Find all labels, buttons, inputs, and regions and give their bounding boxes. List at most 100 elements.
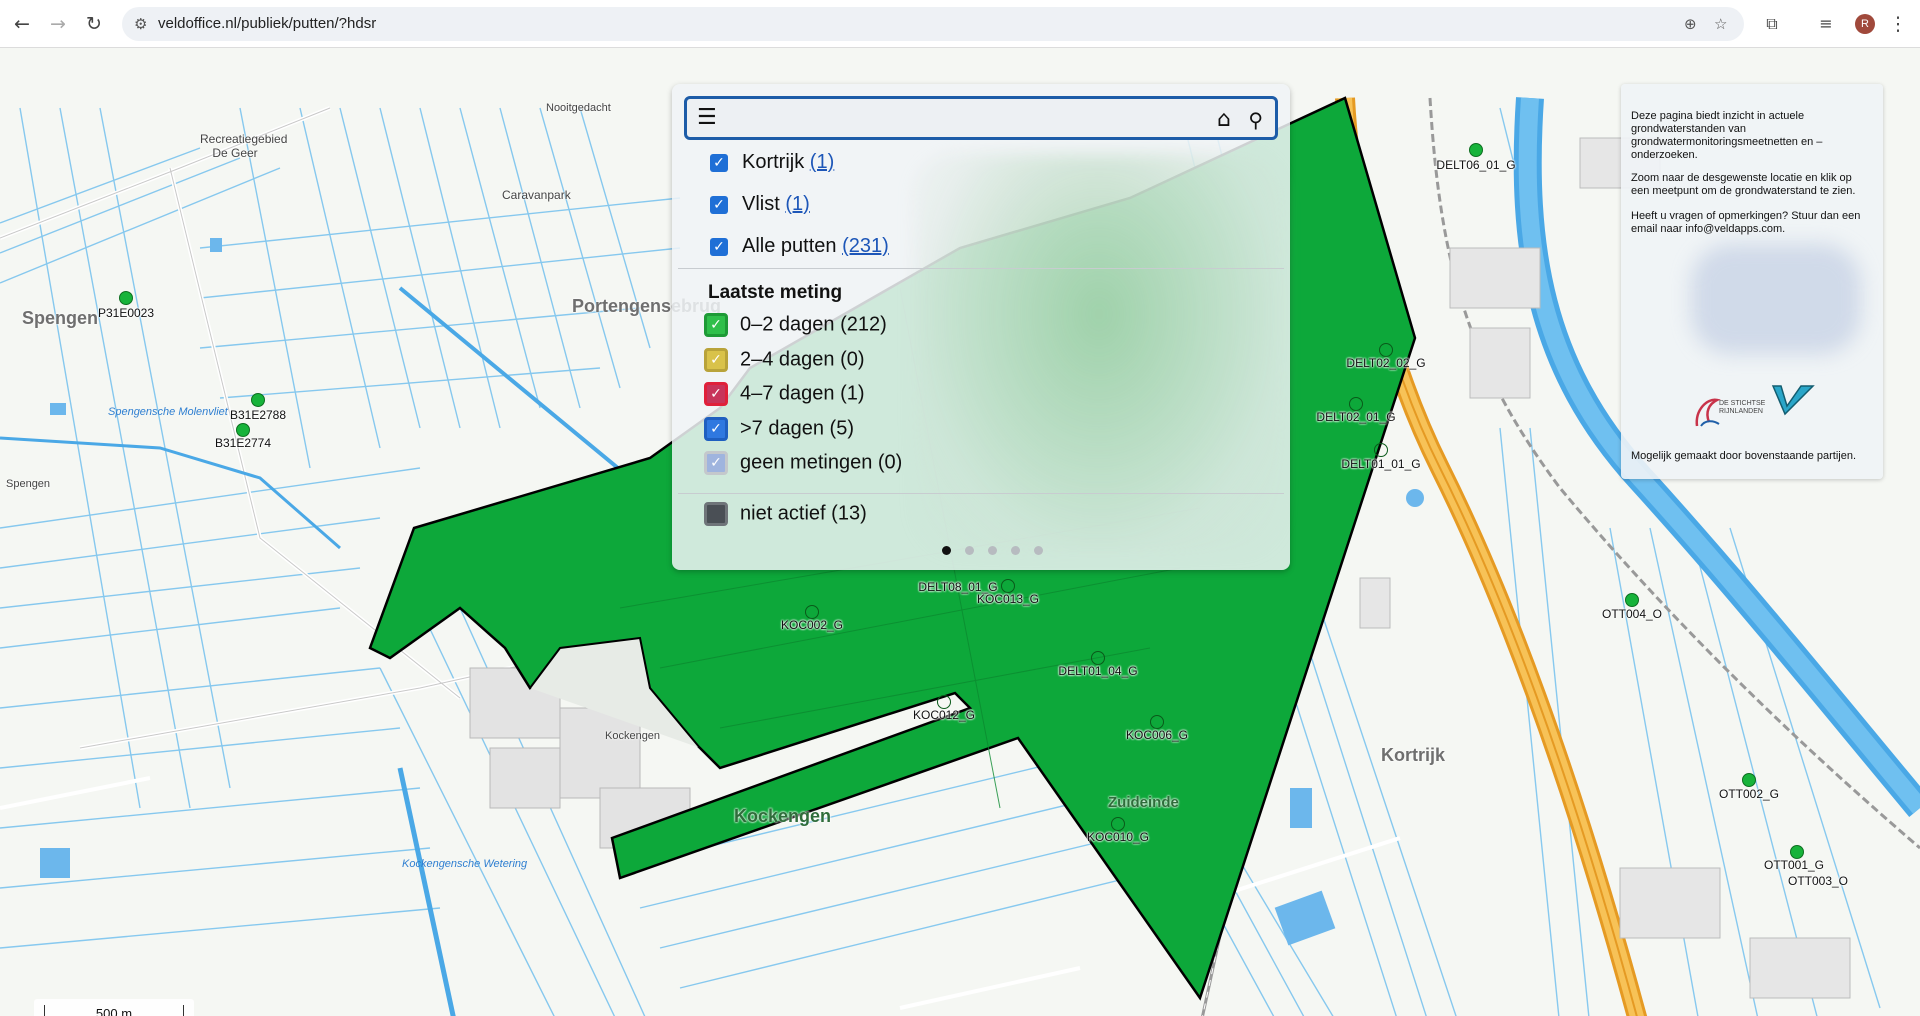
pager-dot[interactable] xyxy=(942,546,951,555)
well-label[interactable]: KOC002_G xyxy=(781,618,843,632)
search-icon[interactable]: ⚲ xyxy=(1248,108,1263,132)
legend-label: geen metingen (0) xyxy=(740,451,903,474)
info-backdrop xyxy=(1691,244,1861,354)
pager-dots xyxy=(942,542,1057,560)
address-bar[interactable]: ⚙ veldoffice.nl/publiek/putten/?hdsr ⊕ ☆ xyxy=(122,7,1744,41)
place-name: Kockengen xyxy=(734,806,832,826)
logo-text: DE STICHTSE RIJNLANDEN xyxy=(1719,400,1766,415)
legend-label: 4–7 dagen (1) xyxy=(740,382,865,405)
panel-backdrop xyxy=(914,154,1284,554)
well-label[interactable]: OTT004_O xyxy=(1602,607,1662,621)
profile-icon[interactable]: R xyxy=(1855,14,1875,34)
well-marker[interactable] xyxy=(937,695,951,709)
extensions-icon[interactable]: ⧉ xyxy=(1758,10,1786,38)
legend-item[interactable]: niet actief (13) xyxy=(704,502,867,532)
well-marker[interactable] xyxy=(1469,143,1483,157)
well-label[interactable]: KOC006_G xyxy=(1126,728,1188,742)
legend-swatch-checkbox[interactable]: ✓ xyxy=(704,382,728,406)
layer-item-alle-putten[interactable]: ✓ Alle putten (231) xyxy=(710,235,889,265)
well-label[interactable]: OTT002_G xyxy=(1719,787,1779,801)
star-icon[interactable]: ☆ xyxy=(1714,15,1727,33)
pager-dot[interactable] xyxy=(1034,546,1043,555)
layer-checkbox[interactable]: ✓ xyxy=(710,237,728,256)
place-name: Caravanpark xyxy=(502,188,571,202)
scale-bar: 500 m xyxy=(34,999,194,1016)
url-text[interactable]: veldoffice.nl/publiek/putten/?hdsr xyxy=(158,15,376,32)
scale-label: 500 m xyxy=(95,1006,133,1016)
layer-item-kortrijk[interactable]: ✓ Kortrijk (1) xyxy=(710,151,834,181)
pager-dot[interactable] xyxy=(1011,546,1020,555)
legend-swatch-checkbox[interactable]: ✓ xyxy=(704,451,728,475)
layer-label: Kortrijk xyxy=(742,151,805,173)
menu-icon[interactable]: ⋮ xyxy=(1884,10,1912,38)
hamburger-menu-icon[interactable]: ☰ xyxy=(697,107,719,129)
layer-label: Alle putten xyxy=(742,235,837,257)
pager-dot[interactable] xyxy=(965,546,974,555)
forward-icon[interactable]: → xyxy=(44,10,72,38)
well-marker[interactable] xyxy=(236,423,250,437)
well-label[interactable]: OTT001_G xyxy=(1764,858,1824,872)
well-label[interactable]: OTT003_O xyxy=(1788,874,1848,888)
well-label[interactable]: DELT06_01_G xyxy=(1436,158,1515,172)
legend-swatch-checkbox[interactable]: ✓ xyxy=(704,313,728,337)
well-marker[interactable] xyxy=(1790,845,1804,859)
well-marker[interactable] xyxy=(1625,593,1639,607)
layer-item-vlist[interactable]: ✓ Vlist (1) xyxy=(710,193,810,223)
legend-swatch-checkbox[interactable]: ✓ xyxy=(704,417,728,441)
divider xyxy=(678,268,1284,269)
well-label[interactable]: DELT01_01_G xyxy=(1341,457,1420,471)
well-marker[interactable] xyxy=(1150,715,1164,729)
well-label[interactable]: DELT02_02_G xyxy=(1346,356,1425,370)
well-label[interactable]: P31E0023 xyxy=(98,306,154,320)
well-label[interactable]: KOC013_G xyxy=(977,592,1039,606)
legend-item[interactable]: ✓ geen metingen (0) xyxy=(704,451,902,481)
legend-swatch-checkbox[interactable]: ✓ xyxy=(704,348,728,372)
legend-item[interactable]: ✓ >7 dagen (5) xyxy=(704,417,854,447)
site-info-icon[interactable]: ⚙ xyxy=(134,15,147,33)
pager-dot[interactable] xyxy=(988,546,997,555)
media-icon[interactable]: ≡ xyxy=(1812,10,1840,38)
layer-checkbox[interactable]: ✓ xyxy=(710,195,728,214)
place-name: Spengen xyxy=(6,478,51,490)
place-name: Zuideinde xyxy=(1108,794,1179,811)
info-text: Zoom naar de desgewenste locatie en klik… xyxy=(1631,172,1856,197)
well-marker[interactable] xyxy=(805,605,819,619)
place-name: Kockengen xyxy=(605,730,661,742)
well-label[interactable]: DELT02_01_G xyxy=(1316,410,1395,424)
info-text: Heeft u vragen of opmerkingen? Stuur dan… xyxy=(1631,210,1861,235)
layer-checkbox[interactable]: ✓ xyxy=(710,153,728,172)
well-marker[interactable] xyxy=(1091,651,1105,665)
reload-icon[interactable]: ↻ xyxy=(80,10,108,38)
layer-count-link[interactable]: (231) xyxy=(842,235,889,257)
legend-item[interactable]: ✓ 4–7 dagen (1) xyxy=(704,382,865,412)
zoom-icon[interactable]: ⊕ xyxy=(1684,15,1697,33)
legend-swatch-checkbox[interactable] xyxy=(704,502,728,526)
well-marker[interactable] xyxy=(1379,343,1393,357)
home-icon[interactable]: ⌂ xyxy=(1217,107,1231,132)
legend-item[interactable]: ✓ 0–2 dagen (212) xyxy=(704,313,887,343)
well-label[interactable]: KOC010_G xyxy=(1087,830,1149,844)
well-marker[interactable] xyxy=(251,393,265,407)
legend-label: 2–4 dagen (0) xyxy=(740,348,865,371)
info-text: Mogelijk gemaakt door bovenstaande parti… xyxy=(1631,450,1857,462)
search-bar[interactable]: ☰ ⌂ ⚲ xyxy=(684,96,1278,140)
well-marker[interactable] xyxy=(1374,443,1388,457)
layer-count-link[interactable]: (1) xyxy=(810,151,834,173)
well-label[interactable]: DELT01_04_G xyxy=(1058,664,1137,678)
legend-item[interactable]: ✓ 2–4 dagen (0) xyxy=(704,348,865,378)
well-label[interactable]: B31E2774 xyxy=(215,436,271,450)
info-panel: Deze pagina biedt inzicht in actuele gro… xyxy=(1621,84,1883,479)
well-marker[interactable] xyxy=(1111,817,1125,831)
well-label[interactable]: KOC012_G xyxy=(913,708,975,722)
well-label[interactable]: B31E2788 xyxy=(230,408,286,422)
back-icon[interactable]: ← xyxy=(8,10,36,38)
well-marker[interactable] xyxy=(1742,773,1756,787)
place-name: Spengen xyxy=(22,308,99,328)
layer-panel: ☰ ⌂ ⚲ ✓ Kortrijk (1) ✓ Vlist (1) ✓ Alle put… xyxy=(672,84,1290,570)
well-marker[interactable] xyxy=(1349,397,1363,411)
well-marker[interactable] xyxy=(1001,579,1015,593)
legend-label: 0–2 dagen (212) xyxy=(740,313,887,336)
well-marker[interactable] xyxy=(119,291,133,305)
layer-count-link[interactable]: (1) xyxy=(785,193,809,215)
water-name: Spengensche Molenvliet xyxy=(108,406,228,418)
